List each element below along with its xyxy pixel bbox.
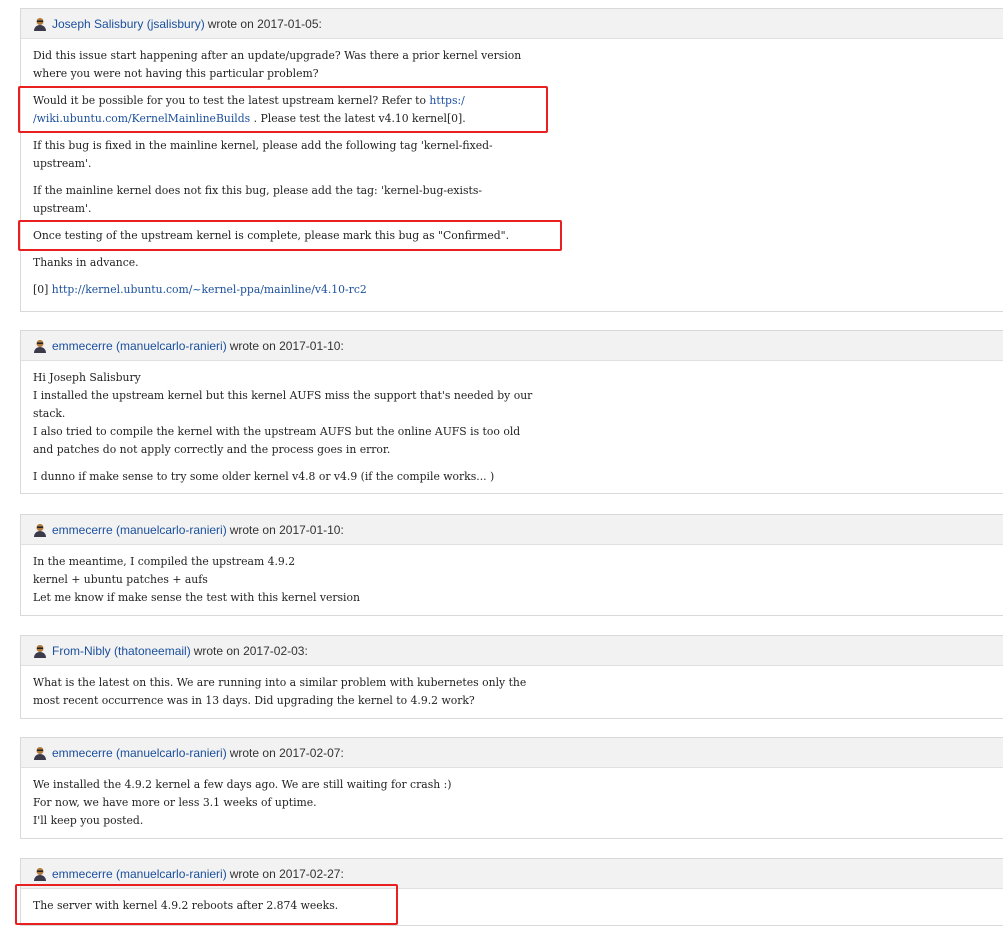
comment-header: emmecerre (manuelcarlo-ranieri) wrote on… <box>21 331 1003 361</box>
person-avatar-icon <box>34 867 46 881</box>
comment-author-link[interactable]: From-Nibly (thatoneemail) <box>52 644 191 658</box>
comment-author-link[interactable]: Joseph Salisbury (jsalisbury) <box>52 17 205 31</box>
comment-date: 2017-02-07: <box>279 745 344 760</box>
comment-header: emmecerre (manuelcarlo-ranieri) wrote on… <box>21 859 1003 889</box>
comment-paragraph: The server with kernel 4.9.2 reboots aft… <box>33 899 339 912</box>
comment: emmecerre (manuelcarlo-ranieri) wrote on… <box>20 858 1003 926</box>
comment-paragraph: If the mainline kernel does not fix this… <box>33 184 483 215</box>
comment-wrote-label: wrote on <box>229 338 276 353</box>
comment-paragraph: In the meantime, I compiled the upstream… <box>33 555 360 604</box>
comment-header: From-Nibly (thatoneemail) wrote on 2017-… <box>21 636 1003 666</box>
comment-wrote-label: wrote on <box>229 866 276 881</box>
comment-paragraph: Did this issue start happening after an … <box>33 49 522 80</box>
comment-author-link[interactable]: emmecerre (manuelcarlo-ranieri) <box>52 867 227 881</box>
comment-header: emmecerre (manuelcarlo-ranieri) wrote on… <box>21 738 1003 768</box>
comment: Joseph Salisbury (jsalisbury) wrote on 2… <box>20 8 1003 312</box>
comment-body: In the meantime, I compiled the upstream… <box>21 545 1003 617</box>
comment-date: 2017-01-10: <box>279 522 344 537</box>
comment-author-link[interactable]: emmecerre (manuelcarlo-ranieri) <box>52 339 227 353</box>
kernel-ppa-link[interactable]: http://kernel.ubuntu.com/~kernel-ppa/mai… <box>52 283 367 296</box>
comment-paragraph: What is the latest on this. We are runni… <box>33 676 527 707</box>
comment-paragraph: I dunno if make sense to try some older … <box>33 470 495 483</box>
person-avatar-icon <box>34 17 46 31</box>
comment-paragraph: Hi Joseph Salisbury I installed the upst… <box>33 371 533 456</box>
comment: emmecerre (manuelcarlo-ranieri) wrote on… <box>20 330 1003 494</box>
comment-body: Hi Joseph Salisbury I installed the upst… <box>21 361 1003 496</box>
person-avatar-icon <box>34 746 46 760</box>
comment-body: The server with kernel 4.9.2 reboots aft… <box>21 889 1003 925</box>
comment-date: 2017-01-10: <box>279 338 344 353</box>
comment-header: emmecerre (manuelcarlo-ranieri) wrote on… <box>21 515 1003 545</box>
person-avatar-icon <box>34 523 46 537</box>
comment-date: 2017-01-05: <box>257 16 322 31</box>
comment-paragraph: Once testing of the upstream kernel is c… <box>33 229 510 242</box>
comment-wrote-label: wrote on <box>193 643 240 658</box>
comment-date: 2017-02-27: <box>279 866 344 881</box>
person-avatar-icon <box>34 644 46 658</box>
comment-body: Did this issue start happening after an … <box>21 39 1003 309</box>
comment-paragraph: We installed the 4.9.2 kernel a few days… <box>33 778 452 827</box>
comment-author-link[interactable]: emmecerre (manuelcarlo-ranieri) <box>52 523 227 537</box>
comment: emmecerre (manuelcarlo-ranieri) wrote on… <box>20 514 1003 616</box>
comment-body: We installed the 4.9.2 kernel a few days… <box>21 768 1003 840</box>
comment-wrote-label: wrote on <box>207 16 254 31</box>
comment-paragraph: Thanks in advance. <box>33 256 139 269</box>
comment-author-link[interactable]: emmecerre (manuelcarlo-ranieri) <box>52 746 227 760</box>
comment: From-Nibly (thatoneemail) wrote on 2017-… <box>20 635 1003 719</box>
comment-body: What is the latest on this. We are runni… <box>21 666 1003 720</box>
comment-paragraph: Would it be possible for you to test the… <box>33 94 466 125</box>
comment-wrote-label: wrote on <box>229 522 276 537</box>
comment-wrote-label: wrote on <box>229 745 276 760</box>
comment: emmecerre (manuelcarlo-ranieri) wrote on… <box>20 737 1003 839</box>
person-avatar-icon <box>34 339 46 353</box>
comment-header: Joseph Salisbury (jsalisbury) wrote on 2… <box>21 9 1003 39</box>
comment-paragraph: [0] http://kernel.ubuntu.com/~kernel-ppa… <box>33 283 367 296</box>
comment-date: 2017-02-03: <box>243 643 308 658</box>
comment-paragraph: If this bug is fixed in the mainline ker… <box>33 139 493 170</box>
